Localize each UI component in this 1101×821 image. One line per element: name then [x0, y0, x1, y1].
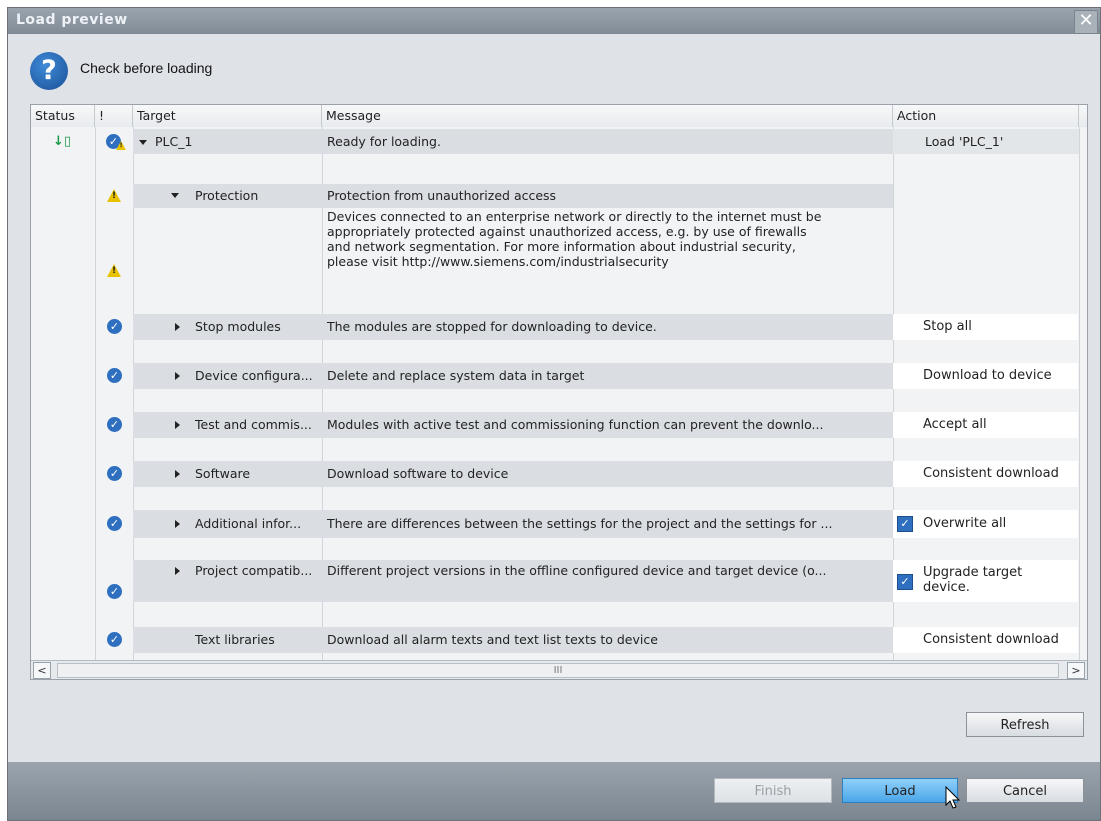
action-text-libraries[interactable]: Consistent download [893, 627, 1078, 653]
table-row-text-libraries[interactable]: ✓ Text libraries Download all alarm text… [31, 627, 1079, 653]
horizontal-scrollbar[interactable]: < III > [31, 660, 1087, 679]
protection-detail-line1: Devices connected to an enterprise netwo… [327, 209, 822, 224]
small-warning-icon: ! [116, 140, 126, 151]
checkmark-icon: ✓ [107, 417, 122, 432]
dialog-footer: Finish Load Cancel [8, 762, 1100, 820]
table-row-plc[interactable]: ↓▯ ✓ ! PLC_1 Ready for loading. Load 'PL… [31, 129, 1079, 154]
scroll-grip: III [553, 665, 563, 676]
message-project-compatibility: Different project versions in the offlin… [327, 563, 827, 578]
target-protection: Protection [195, 188, 259, 203]
checkmark-icon: ✓ [107, 516, 122, 531]
download-status-icon: ↓▯ [53, 134, 72, 149]
table-row-test-commissioning[interactable]: ✓ Test and commis... Modules with active… [31, 412, 1079, 438]
target-device-configuration: Device configura... [195, 368, 313, 383]
target-software: Software [195, 466, 251, 481]
column-header-filler [1079, 105, 1087, 127]
expand-icon[interactable] [175, 520, 180, 528]
load-button[interactable]: Load [842, 778, 958, 803]
upgrade-checkbox[interactable]: ✓ [897, 574, 913, 590]
scroll-left-icon[interactable]: < [33, 662, 51, 679]
title-bar: Load preview ✕ [8, 8, 1100, 34]
protection-detail-line2: appropriately protected against unauthor… [327, 224, 807, 239]
scroll-thumb[interactable]: III [57, 663, 1059, 678]
mouse-cursor-icon [945, 786, 961, 809]
action-additional-information[interactable]: Overwrite all [893, 510, 1078, 538]
window-title: Load preview [16, 12, 128, 28]
table-row-stop-modules[interactable]: ✓ Stop modules The modules are stopped f… [31, 314, 1079, 340]
action-project-compatibility-line1: Upgrade target [923, 565, 1023, 580]
checkmark-icon: ✓ [107, 368, 122, 383]
warning-icon: ! [107, 264, 121, 277]
action-software[interactable]: Consistent download [893, 461, 1078, 487]
expand-icon[interactable] [139, 140, 147, 145]
target-additional-information: Additional infor... [195, 516, 302, 531]
checkmark-icon: ✓ [107, 584, 122, 599]
checkmark-icon: ✓ [107, 632, 122, 647]
protection-detail-line4[interactable]: please visit http://www.siemens.com/indu… [327, 254, 669, 269]
action-project-compatibility-line2: device. [923, 580, 970, 595]
action-stop-modules[interactable]: Stop all [893, 314, 1078, 340]
checkmark-icon: ✓ [107, 319, 122, 334]
column-header-action[interactable]: Action [893, 105, 1079, 127]
target-project-compatibility: Project compatib... [195, 563, 313, 578]
close-icon[interactable]: ✕ [1074, 10, 1098, 34]
action-additional-information-label: Overwrite all [923, 516, 1007, 531]
expand-icon[interactable] [171, 193, 179, 198]
scroll-right-icon[interactable]: > [1067, 662, 1085, 679]
expand-icon[interactable] [175, 323, 180, 331]
message-test-commissioning: Modules with active test and commissioni… [327, 417, 824, 432]
column-header-status[interactable]: Status [31, 105, 95, 127]
action-plc[interactable]: Load 'PLC_1' [925, 132, 1003, 152]
expand-icon[interactable] [175, 470, 180, 478]
action-test-commissioning[interactable]: Accept all [893, 412, 1078, 438]
expand-icon[interactable] [175, 372, 180, 380]
cancel-button[interactable]: Cancel [966, 778, 1084, 803]
overwrite-checkbox[interactable]: ✓ [897, 516, 913, 532]
check-heading: Check before loading [80, 60, 213, 76]
checkmark-icon: ✓ [107, 466, 122, 481]
finish-button[interactable]: Finish [714, 778, 832, 803]
table-row-device-configuration[interactable]: ✓ Device configura... Delete and replace… [31, 363, 1079, 389]
table-row-software[interactable]: ✓ Software Download software to device C… [31, 461, 1079, 487]
table-row-additional-information[interactable]: ✓ Additional infor... There are differen… [31, 510, 1079, 538]
protection-detail-row: ! Devices connected to an enterprise net… [31, 209, 1079, 287]
warning-icon: ! [107, 189, 121, 202]
message-software: Download software to device [327, 466, 509, 481]
grid-line [1079, 127, 1080, 679]
question-icon: ? [30, 52, 68, 90]
message-text-libraries: Download all alarm texts and text list t… [327, 632, 658, 647]
protection-detail-line3: and network segmentation. For more infor… [327, 239, 796, 254]
target-stop-modules: Stop modules [195, 319, 281, 334]
expand-icon[interactable] [175, 421, 180, 429]
message-additional-information: There are differences between the settin… [327, 516, 833, 531]
action-project-compatibility[interactable]: Upgrade target device. [893, 560, 1078, 602]
target-text-libraries: Text libraries [195, 632, 275, 647]
expand-icon[interactable] [175, 567, 180, 575]
column-header-message[interactable]: Message [322, 105, 893, 127]
column-header-flag[interactable]: ! [95, 105, 133, 127]
target-test-commissioning: Test and commis... [195, 417, 312, 432]
message-plc: Ready for loading. [327, 134, 441, 149]
action-device-configuration[interactable]: Download to device [893, 363, 1078, 389]
message-protection: Protection from unauthorized access [327, 188, 557, 203]
table-row-project-compatibility[interactable]: ✓ Project compatib... Different project … [31, 560, 1079, 602]
message-stop-modules: The modules are stopped for downloading … [327, 319, 657, 334]
refresh-button[interactable]: Refresh [966, 712, 1084, 737]
load-preview-dialog: Load preview ✕ ? Check before loading St… [7, 7, 1101, 821]
target-plc: PLC_1 [155, 134, 193, 149]
load-table: Status ! Target Message Action ↓▯ ✓ ! PL… [30, 104, 1088, 680]
column-header-target[interactable]: Target [133, 105, 322, 127]
table-row-protection[interactable]: ! Protection Protection from unauthorize… [31, 184, 1079, 208]
message-device-configuration: Delete and replace system data in target [327, 368, 585, 383]
